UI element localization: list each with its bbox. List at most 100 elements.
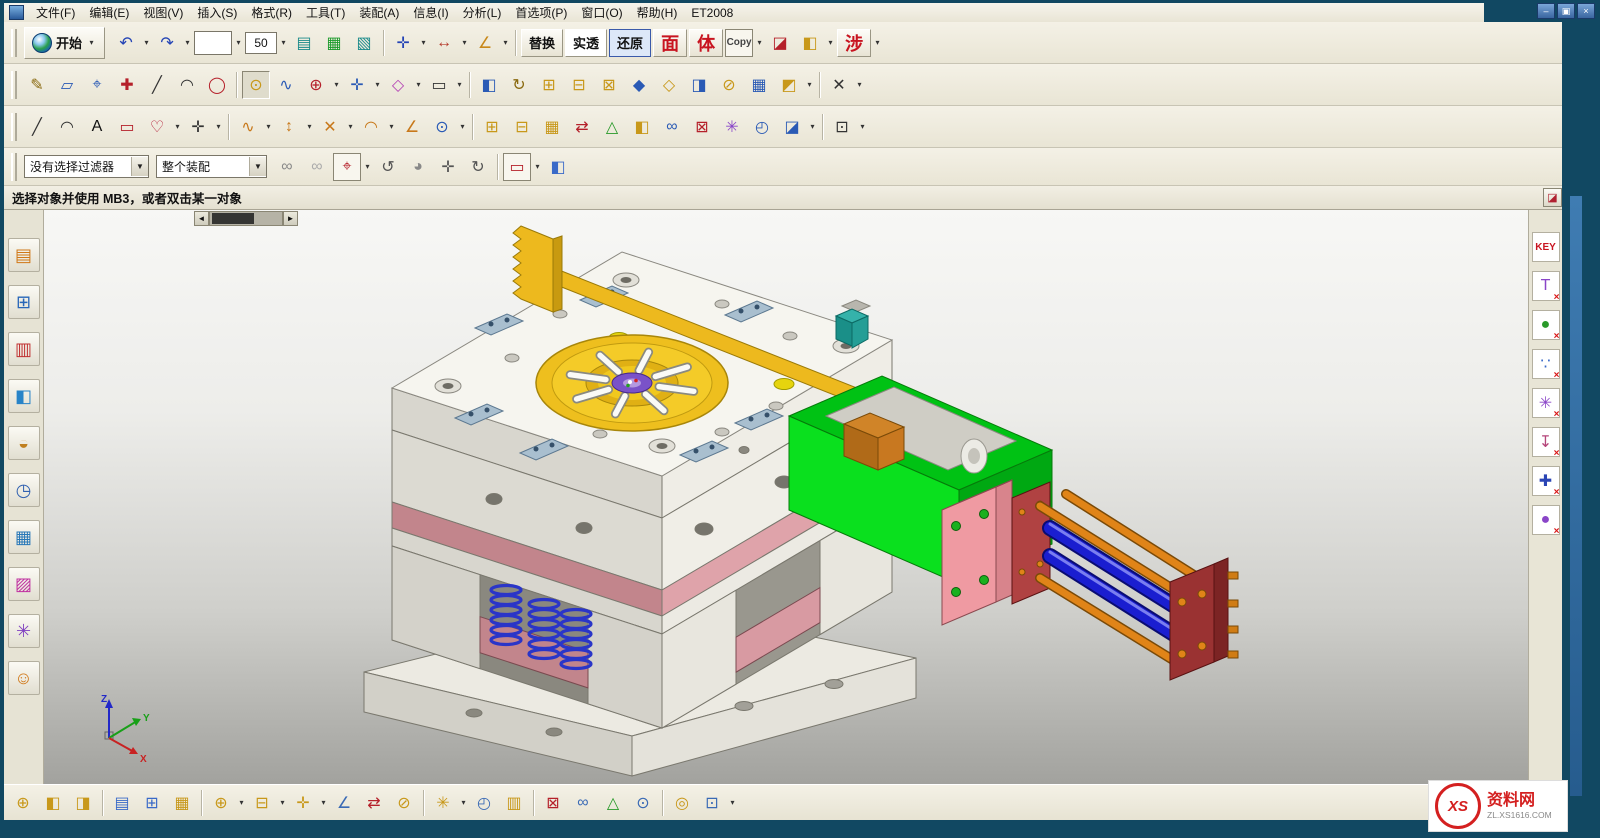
component-properties-icon[interactable]: ⊡: [698, 789, 726, 817]
color-palette-icon[interactable]: ▨: [8, 567, 40, 601]
cylinder-end-plate[interactable]: [1170, 558, 1238, 680]
add-component-icon[interactable]: ⊞: [478, 113, 506, 141]
component-view-icon[interactable]: ▤: [108, 789, 136, 817]
selection-filter-select[interactable]: 没有选择过滤器 ▼: [24, 155, 149, 178]
arc-curve-icon[interactable]: ◠: [53, 113, 81, 141]
studio-spline-icon-dropdown[interactable]: ▾: [172, 114, 183, 140]
intersection-curve-icon[interactable]: ✕: [316, 113, 344, 141]
point-set-icon-dropdown[interactable]: ▾: [372, 72, 383, 98]
pattern-component-icon[interactable]: ▦: [168, 789, 196, 817]
information-palette-icon[interactable]: ▦: [8, 520, 40, 554]
datum-csys-icon[interactable]: ⌖: [83, 71, 111, 99]
delete-body-icon-dropdown[interactable]: ▾: [854, 72, 865, 98]
offset-curve-icon-dropdown[interactable]: ▾: [263, 114, 274, 140]
shaded-view-icon[interactable]: ◕: [404, 153, 432, 181]
move-component-icon-dropdown[interactable]: ▾: [318, 790, 329, 816]
restore-button[interactable]: ▣: [1557, 3, 1575, 19]
wave-button-dropdown[interactable]: ▾: [872, 30, 883, 56]
move-component-icon[interactable]: ✛: [289, 789, 317, 817]
point-curve-icon-dropdown[interactable]: ▾: [213, 114, 224, 140]
bridge-curve-icon[interactable]: ◠: [357, 113, 385, 141]
wave-geometry-icon[interactable]: △: [598, 113, 626, 141]
tube-icon[interactable]: ⊙: [428, 113, 456, 141]
menu-insert[interactable]: 插入(S): [190, 2, 244, 23]
blob-part-icon[interactable]: ●×: [1532, 505, 1560, 535]
circle-icon[interactable]: ◯: [203, 71, 231, 99]
assembly-sequence-icon[interactable]: ◴: [470, 789, 498, 817]
layer-category-icon[interactable]: ▧: [350, 29, 378, 57]
arc-icon[interactable]: ◠: [173, 71, 201, 99]
view-scale-select[interactable]: 50: [245, 32, 277, 54]
pan-track[interactable]: [209, 211, 283, 226]
menu-edit[interactable]: 编辑(E): [82, 2, 136, 23]
circle-center-icon-dropdown[interactable]: ▾: [331, 72, 342, 98]
orient-view-icon-dropdown[interactable]: ▾: [418, 30, 429, 56]
menu-file[interactable]: 文件(F): [29, 2, 82, 23]
close-component-icon[interactable]: ◨: [69, 789, 97, 817]
constraint-navigator-icon[interactable]: ⊞: [8, 285, 40, 319]
interpart-links-icon[interactable]: ∞: [569, 789, 597, 817]
isolate-component-icon[interactable]: ◎: [668, 789, 696, 817]
circle-center-icon[interactable]: ⊕: [302, 71, 330, 99]
pan-right-button[interactable]: ►: [283, 211, 298, 226]
subtract-icon[interactable]: ⊟: [565, 71, 593, 99]
restore-view-button[interactable]: 还原: [609, 29, 651, 57]
display-color-swatch[interactable]: [194, 31, 232, 55]
component-group-icon[interactable]: ⊞: [138, 789, 166, 817]
rectangle-curve-icon[interactable]: ▭: [113, 113, 141, 141]
suppress-component-icon[interactable]: ⊘: [390, 789, 418, 817]
roles-icon[interactable]: ☺: [8, 661, 40, 695]
rotate-view-icon[interactable]: ↺: [374, 153, 402, 181]
datum-plane-icon[interactable]: ▱: [53, 71, 81, 99]
component-properties-icon-dropdown[interactable]: ▾: [727, 790, 738, 816]
section-curve-icon[interactable]: ∠: [398, 113, 426, 141]
revolve-icon[interactable]: ↻: [505, 71, 533, 99]
layer-settings-icon[interactable]: ▤: [290, 29, 318, 57]
display-color-swatch-dropdown[interactable]: ▾: [233, 30, 244, 56]
clearance-icon[interactable]: ⊠: [688, 113, 716, 141]
mold-assembly-model[interactable]: Z Y X: [44, 210, 1528, 784]
shell-icon[interactable]: ◨: [685, 71, 713, 99]
window-scrollbar-strip[interactable]: [1570, 196, 1582, 796]
replace-view-button[interactable]: 替换: [521, 29, 563, 57]
point-curve-icon[interactable]: ✛: [184, 113, 212, 141]
face-button[interactable]: 面: [653, 29, 687, 57]
trim-body-icon[interactable]: ◩: [775, 71, 803, 99]
product-outline-icon[interactable]: ◪: [778, 113, 806, 141]
start-dropdown[interactable]: ▾: [86, 30, 97, 56]
cross-part-icon[interactable]: ✚×: [1532, 466, 1560, 496]
pan-view-icon[interactable]: ✛: [434, 153, 462, 181]
shape-icon[interactable]: ◇: [384, 71, 412, 99]
start-button[interactable]: 开始 ▾: [24, 27, 105, 59]
limit-switch-block[interactable]: [836, 300, 870, 348]
point-icon[interactable]: ✚: [113, 71, 141, 99]
clip-section-icon[interactable]: ◪: [766, 29, 794, 57]
resource-toggle-button[interactable]: ◪: [1543, 188, 1562, 207]
measure-angle-icon[interactable]: ∠: [471, 29, 499, 57]
menu-view[interactable]: 视图(V): [136, 2, 190, 23]
studio-spline-icon[interactable]: ♡: [143, 113, 171, 141]
relations-browser-icon[interactable]: ⊙: [629, 789, 657, 817]
add-existing-component-icon-dropdown[interactable]: ▾: [236, 790, 247, 816]
component-pattern-icon[interactable]: ▦: [538, 113, 566, 141]
snap-point-icon[interactable]: ⌖: [333, 153, 361, 181]
translucency-button[interactable]: 实透: [565, 29, 607, 57]
menu-format[interactable]: 格式(R): [244, 2, 299, 23]
redo-icon-dropdown[interactable]: ▾: [182, 30, 193, 56]
edge-blend-icon[interactable]: ◆: [625, 71, 653, 99]
offset-curve-icon[interactable]: ∿: [234, 113, 262, 141]
shaded-cube-icon[interactable]: ◧: [544, 153, 572, 181]
text-icon[interactable]: A: [83, 113, 111, 141]
exploded-view-icon-dropdown[interactable]: ▾: [458, 790, 469, 816]
profile-icon[interactable]: ╱: [23, 113, 51, 141]
part-navigator-icon[interactable]: ▥: [8, 332, 40, 366]
assembly-navigator-icon[interactable]: ▤: [8, 238, 40, 272]
rectangle-icon[interactable]: ▭: [425, 71, 453, 99]
pattern-feature-icon[interactable]: ▦: [745, 71, 773, 99]
loop-select-icon[interactable]: ⊙: [242, 71, 270, 99]
spline-icon[interactable]: ∿: [272, 71, 300, 99]
body-button[interactable]: 体: [689, 29, 723, 57]
shape-icon-dropdown[interactable]: ▾: [413, 72, 424, 98]
capsule-icon[interactable]: ●×: [1532, 310, 1560, 340]
measure-distance-icon-dropdown[interactable]: ▾: [459, 30, 470, 56]
